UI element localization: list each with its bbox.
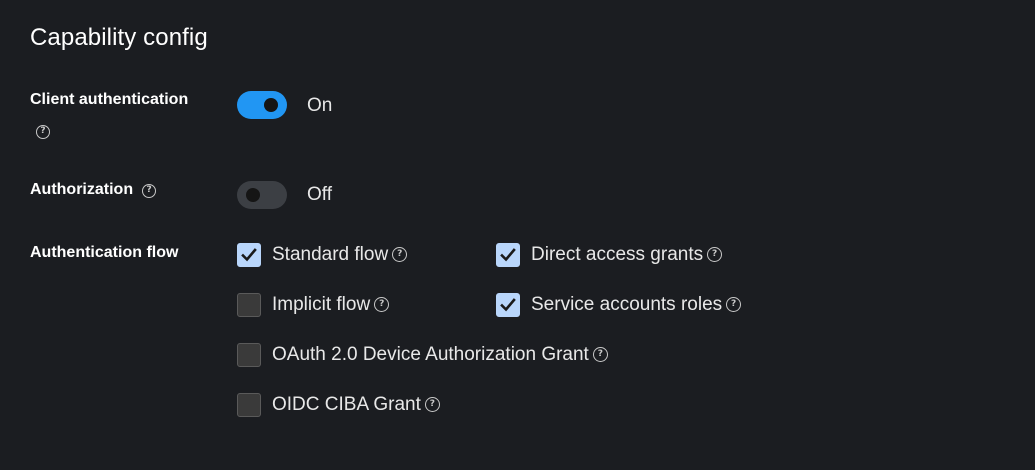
client-authentication-help-icon[interactable] [36,125,50,139]
checkbox-oidc-ciba-grant[interactable]: OIDC CIBA Grant [237,393,440,417]
client-authentication-label: Client authentication [30,91,188,109]
authorization-state: Off [307,184,332,205]
checkbox-label: Implicit flow [272,294,371,315]
checkbox-standard-flow[interactable]: Standard flow [237,243,408,267]
authentication-flow-label: Authentication flow [30,244,179,261]
client-authentication-label-text: Client authentication [30,91,189,108]
capability-config-panel: Capability config Client authentication … [0,0,1035,470]
checkmark-icon [500,248,516,262]
toggle-knob [246,188,260,202]
direct-access-grants-help-icon[interactable] [707,247,723,263]
checkbox-box[interactable] [237,343,261,367]
checkbox-box[interactable] [237,393,261,417]
checkbox-service-accounts-roles[interactable]: Service accounts roles [496,293,742,317]
checkbox-oauth-device-authorization-grant[interactable]: OAuth 2.0 Device Authorization Grant [237,343,608,367]
checkbox-box[interactable] [496,293,520,317]
standard-flow-help-icon[interactable] [392,247,408,263]
authorization-help-icon[interactable] [142,184,157,198]
implicit-flow-help-icon[interactable] [374,297,390,313]
authorization-toggle[interactable] [237,181,287,209]
checkmark-icon [241,248,257,262]
checkbox-label: Direct access grants [531,244,704,265]
checkbox-box[interactable] [237,243,261,267]
checkbox-box[interactable] [496,243,520,267]
client-authentication-state: On [307,95,333,116]
authorization-label-text: Authorization [30,181,134,198]
checkbox-box[interactable] [237,293,261,317]
toggle-knob [264,98,278,112]
checkbox-label: Service accounts roles [531,294,723,315]
checkbox-label: OAuth 2.0 Device Authorization Grant [272,344,589,365]
checkbox-label: Standard flow [272,244,389,265]
authorization-label: Authorization [30,181,157,199]
service-accounts-roles-help-icon[interactable] [726,297,742,313]
checkmark-icon [500,298,516,312]
oidc-ciba-grant-help-icon[interactable] [424,397,440,413]
section-title: Capability config [30,24,208,51]
checkbox-direct-access-grants[interactable]: Direct access grants [496,243,723,267]
checkbox-implicit-flow[interactable]: Implicit flow [237,293,390,317]
client-authentication-toggle[interactable] [237,91,287,119]
checkbox-label: OIDC CIBA Grant [272,394,421,415]
oauth-device-grant-help-icon[interactable] [592,347,608,363]
